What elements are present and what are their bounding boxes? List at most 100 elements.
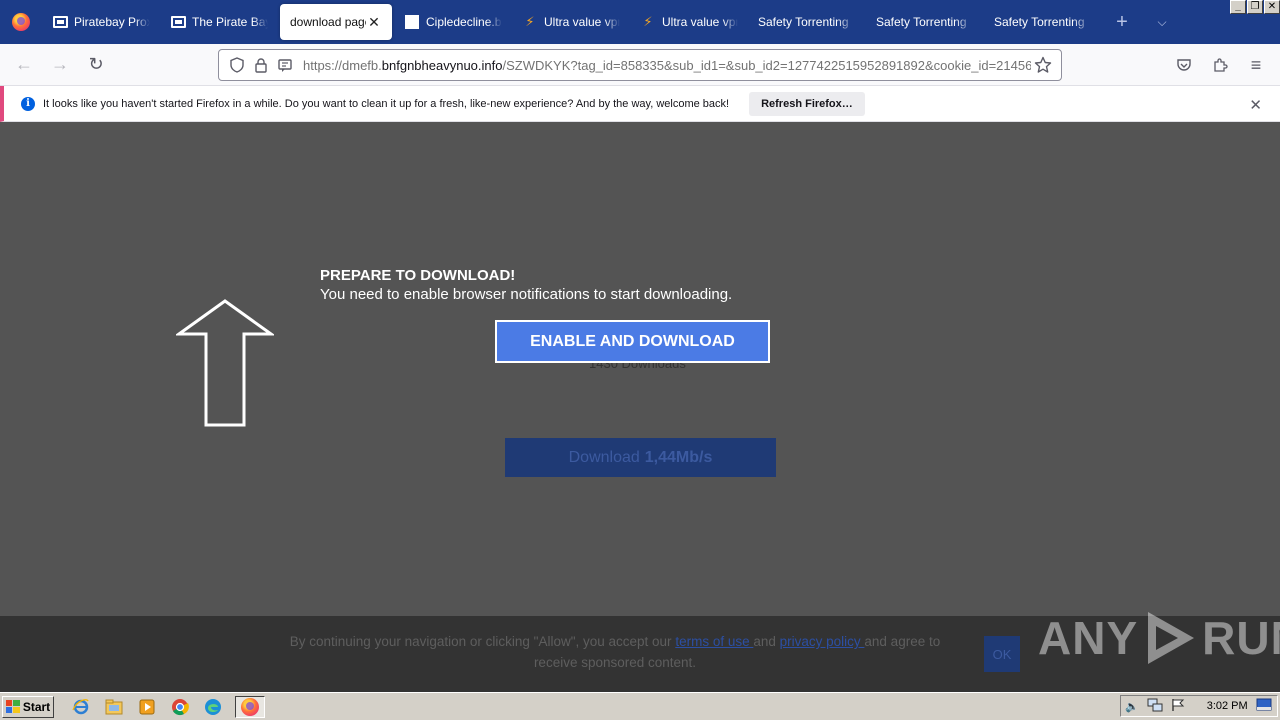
tab-piratebay-proxy[interactable]: Piratebay Proxy — [42, 0, 160, 44]
tab-title: download page — [290, 15, 366, 29]
play-logo-icon — [1148, 612, 1195, 664]
arrow-left-icon: ← — [15, 54, 33, 74]
extensions-button[interactable] — [1202, 49, 1238, 81]
consent-text: By continuing your navigation or clickin… — [270, 631, 960, 673]
firefox-icon — [12, 13, 30, 31]
url-path: /SZWDKYK?tag_id=858335&sub_id1=&sub_id2=… — [502, 57, 1031, 73]
star-icon[interactable] — [1031, 53, 1055, 77]
watermark-right: RUN — [1202, 612, 1280, 664]
tab-strip: Piratebay Proxy The Pirate Bay download … — [0, 0, 1280, 44]
flag-icon[interactable] — [1171, 698, 1185, 715]
internet-explorer-icon[interactable] — [70, 696, 92, 718]
refresh-notification-bar: i It looks like you haven't started Fire… — [0, 86, 1280, 122]
download-label: Download — [568, 448, 640, 466]
url-host: bnfgnbheavynuo.info — [381, 57, 503, 73]
terms-of-use-link[interactable]: terms of use — [675, 634, 753, 649]
toolbar-right: ≡ — [1166, 49, 1274, 81]
lock-icon[interactable] — [249, 53, 273, 77]
permissions-icon[interactable] — [273, 53, 297, 77]
url-text[interactable]: https://dmefb.bnfgnbheavynuo.info/SZWDKY… — [303, 58, 1031, 73]
consent-text-middle: and — [753, 634, 780, 649]
prepare-title: PREPARE TO DOWNLOAD! — [320, 267, 516, 284]
anyrun-watermark: ANY RUN — [1038, 608, 1280, 668]
consent-text-before: By continuing your navigation or clickin… — [289, 634, 676, 649]
show-desktop-icon[interactable] — [1256, 698, 1272, 715]
info-icon: i — [21, 96, 35, 111]
chevron-down-icon: ⌵ — [1157, 14, 1167, 29]
page-content: PREPARE TO DOWNLOAD! You need to enable … — [0, 122, 1280, 616]
enable-and-download-button[interactable]: ENABLE AND DOWNLOAD — [495, 320, 770, 363]
prepare-subtitle: You need to enable browser notifications… — [320, 286, 733, 303]
firefox-taskbar-button[interactable] — [235, 695, 265, 718]
watermark-left: ANY — [1038, 612, 1139, 664]
close-window-button[interactable]: ✕ — [1264, 0, 1280, 14]
firefox-view-button[interactable] — [0, 0, 42, 44]
tab-the-pirate-bay[interactable]: The Pirate Bay — [160, 0, 278, 44]
tab-title: Safety Torrenting — [994, 15, 1085, 29]
ok-button[interactable]: OK — [984, 636, 1020, 672]
hamburger-icon: ≡ — [1250, 54, 1262, 75]
tab-title: The Pirate Bay — [192, 15, 268, 29]
network-icon[interactable] — [1147, 698, 1163, 715]
arrow-up-icon — [176, 299, 274, 427]
volume-icon[interactable]: 🔈 — [1125, 700, 1139, 713]
tab-title: Cipledecline.buzz — [426, 15, 502, 29]
tab-title: Ultra value vpn — [662, 15, 738, 29]
back-button[interactable]: ← — [6, 49, 42, 81]
puzzle-icon — [1214, 58, 1228, 72]
media-player-icon[interactable] — [136, 696, 158, 718]
tab-title: Piratebay Proxy — [74, 15, 150, 29]
download-speed: 1,44Mb/s — [644, 448, 713, 466]
new-tab-button[interactable]: + — [1102, 0, 1142, 44]
pocket-button[interactable] — [1166, 49, 1202, 81]
tab-safety-torrenting-1[interactable]: Safety Torrenting — [748, 0, 866, 44]
close-icon[interactable]: ✕ — [366, 14, 382, 31]
tab-title: Safety Torrenting — [758, 15, 849, 29]
start-label: Start — [22, 699, 51, 714]
close-icon[interactable]: ✕ — [1249, 96, 1262, 114]
restore-button[interactable]: ❐ — [1247, 0, 1263, 14]
minimize-button[interactable]: _ — [1230, 0, 1246, 14]
notification-message: It looks like you haven't started Firefo… — [43, 97, 730, 110]
prepare-message: PREPARE TO DOWNLOAD! You need to enable … — [320, 266, 732, 304]
window-controls: _ ❐ ✕ — [1230, 0, 1280, 14]
menu-button[interactable]: ≡ — [1238, 49, 1274, 81]
tab-ultra-value-vpn-2[interactable]: ⚡ Ultra value vpn — [630, 0, 748, 44]
tab-cipledecline[interactable]: Cipledecline.buzz — [394, 0, 512, 44]
clock: 3:02 PM — [1206, 700, 1248, 712]
bolt-icon: ⚡ — [643, 14, 653, 29]
tab-title: Safety Torrenting — [876, 15, 967, 29]
pc-icon — [170, 14, 186, 30]
chrome-icon[interactable] — [169, 696, 191, 718]
download-button[interactable]: Download 1,44Mb/s — [505, 438, 776, 477]
system-tray: 🔈 3:02 PM — [1120, 695, 1278, 717]
navigation-toolbar: ← → ↻ https://dmefb.bnfgnbheavynuo.info/… — [0, 44, 1280, 86]
screen: Piratebay Proxy The Pirate Bay download … — [0, 0, 1280, 720]
forward-button[interactable]: → — [42, 49, 78, 81]
tab-safety-torrenting-3[interactable]: Safety Torrenting — [984, 0, 1102, 44]
plus-icon: + — [1116, 10, 1128, 33]
pc-icon — [52, 14, 68, 30]
reload-button[interactable]: ↻ — [78, 49, 114, 81]
list-all-tabs-button[interactable]: ⌵ — [1142, 0, 1182, 44]
reload-icon: ↻ — [88, 54, 104, 74]
firefox-icon — [241, 697, 259, 716]
url-bar[interactable]: https://dmefb.bnfgnbheavynuo.info/SZWDKY… — [218, 49, 1062, 81]
arrow-right-icon: → — [51, 54, 69, 74]
tab-ultra-value-vpn-1[interactable]: ⚡ Ultra value vpn — [512, 0, 630, 44]
tab-title: Ultra value vpn — [544, 15, 620, 29]
edge-icon[interactable] — [202, 696, 224, 718]
start-button[interactable]: Start — [2, 695, 54, 718]
refresh-firefox-button[interactable]: Refresh Firefox… — [749, 91, 865, 116]
file-explorer-icon[interactable] — [103, 696, 125, 718]
tab-download-page[interactable]: download page ✕ — [280, 4, 392, 40]
taskbar: Start 🔈 3:02 PM — [0, 692, 1280, 720]
url-scheme: https://dmefb. — [303, 57, 382, 73]
windows-logo-icon — [5, 700, 20, 713]
pocket-icon — [1177, 59, 1191, 71]
shield-icon[interactable] — [225, 53, 249, 77]
bolt-icon: ⚡ — [525, 14, 535, 29]
tab-safety-torrenting-2[interactable]: Safety Torrenting — [866, 0, 984, 44]
page-icon — [404, 14, 420, 30]
privacy-policy-link[interactable]: privacy policy — [780, 634, 865, 649]
